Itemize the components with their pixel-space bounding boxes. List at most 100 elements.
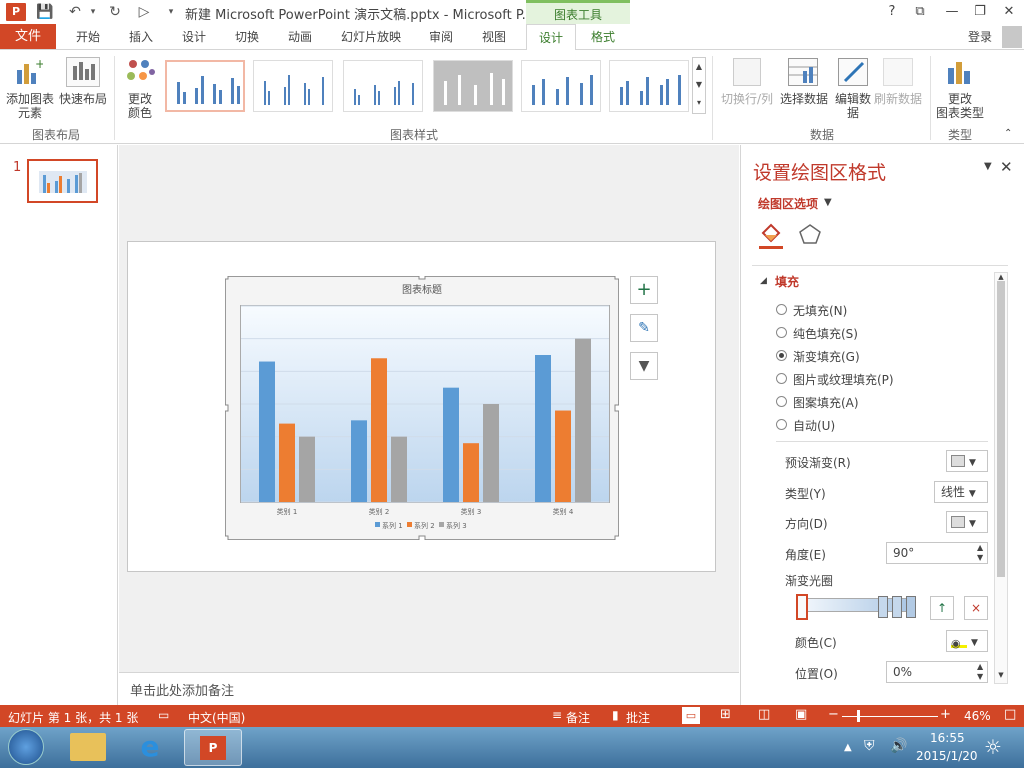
gradient-stop-4[interactable]: [906, 596, 916, 618]
change-colors-icon[interactable]: [125, 58, 155, 86]
clock-date[interactable]: 2015/1/20: [916, 749, 978, 763]
redo-icon[interactable]: ↻: [106, 3, 124, 21]
start-slideshow-icon[interactable]: ▷: [135, 3, 153, 21]
gradient-stop-1-selected[interactable]: [796, 594, 808, 620]
quick-layout-button[interactable]: 快速布局: [58, 90, 108, 107]
gallery-more-icon[interactable]: ▾: [693, 94, 705, 112]
close-button[interactable]: ✕: [995, 2, 1023, 22]
options-chevron-down-icon[interactable]: ▼: [824, 197, 832, 208]
gradient-type-dropdown[interactable]: 线性 ▼: [934, 481, 988, 503]
zoom-level[interactable]: 46%: [964, 709, 991, 723]
style-gallery-scroll[interactable]: ▲ ▼ ▾: [692, 57, 706, 114]
bar-2-2[interactable]: [371, 358, 387, 502]
minimize-button[interactable]: —: [938, 2, 966, 22]
powerpoint-app-icon[interactable]: P: [6, 3, 26, 21]
chart-style-4[interactable]: [433, 60, 513, 112]
taskbar-powerpoint-button[interactable]: P: [184, 729, 242, 766]
legend-entry[interactable]: 系列 1: [382, 521, 403, 530]
slide-count-status[interactable]: 幻灯片 第 1 张，共 1 张: [8, 709, 138, 726]
selection-handle[interactable]: [225, 276, 229, 280]
reading-view-icon[interactable]: ◫: [758, 707, 770, 722]
tab-transitions[interactable]: 切换: [226, 24, 268, 50]
selection-handle[interactable]: [225, 535, 229, 540]
stop-position-spinner[interactable]: 0%: [886, 661, 988, 683]
bar-1-4[interactable]: [535, 355, 551, 502]
tab-insert[interactable]: 插入: [120, 24, 162, 50]
zoom-out-icon[interactable]: −: [828, 707, 839, 722]
tab-view[interactable]: 视图: [472, 24, 516, 50]
refresh-data-button[interactable]: 刷新数据: [872, 90, 924, 107]
pane-scrollbar[interactable]: ▲ ▼: [994, 272, 1008, 684]
bar-3-1[interactable]: [299, 436, 315, 502]
slideshow-view-icon[interactable]: ▣: [795, 707, 807, 722]
zoom-slider-thumb[interactable]: [857, 710, 860, 722]
gradient-stop-3[interactable]: [892, 596, 902, 618]
gallery-up-icon[interactable]: ▲: [693, 58, 705, 76]
pane-options-dropdown-icon[interactable]: ▼: [984, 161, 992, 172]
selection-handle[interactable]: [614, 535, 619, 540]
tab-home[interactable]: 开始: [68, 24, 108, 50]
user-avatar-icon[interactable]: [1002, 26, 1022, 48]
chart-style-2[interactable]: [253, 60, 333, 112]
plot-area-options-dropdown[interactable]: 绘图区选项: [758, 195, 818, 212]
selection-handle[interactable]: [418, 535, 426, 540]
add-chart-element-icon[interactable]: +: [15, 57, 45, 86]
scroll-thumb[interactable]: [997, 281, 1005, 577]
radio-label-picture-fill[interactable]: 图片或纹理填充(P): [793, 371, 894, 388]
add-gradient-stop-icon[interactable]: ↑: [930, 596, 954, 620]
radio-no-fill[interactable]: [776, 304, 787, 315]
radio-pattern-fill[interactable]: [776, 396, 787, 407]
selection-handle[interactable]: [225, 404, 229, 412]
gradient-stop-2[interactable]: [878, 596, 888, 618]
switch-row-column-button[interactable]: 切换行/列: [718, 90, 776, 107]
file-explorer-icon[interactable]: [70, 733, 106, 761]
change-chart-type-button-line2[interactable]: 图表类型: [934, 104, 986, 121]
sign-in-link[interactable]: 登录: [968, 28, 992, 45]
bar-3-4[interactable]: [575, 338, 591, 502]
normal-view-icon[interactable]: ▭: [682, 707, 700, 724]
change-chart-type-icon[interactable]: [946, 58, 974, 86]
fill-and-line-icon[interactable]: [759, 223, 783, 249]
pane-close-icon[interactable]: ✕: [1000, 158, 1013, 176]
select-data-icon[interactable]: [788, 58, 818, 86]
comments-icon[interactable]: ▮: [612, 708, 619, 722]
language-status[interactable]: 中文(中国): [188, 709, 245, 726]
comments-button[interactable]: 批注: [626, 709, 650, 726]
switch-row-column-icon[interactable]: [733, 58, 761, 86]
radio-label-no-fill[interactable]: 无填充(N): [793, 302, 847, 319]
radio-gradient-fill[interactable]: [776, 350, 787, 361]
tab-chart-format[interactable]: 格式: [580, 24, 626, 50]
tab-design[interactable]: 设计: [172, 24, 216, 50]
radio-label-gradient-fill[interactable]: 渐变填充(G): [793, 348, 860, 365]
remove-gradient-stop-icon[interactable]: ×: [964, 596, 988, 620]
scroll-down-icon[interactable]: ▼: [995, 671, 1007, 679]
bar-3-2[interactable]: [391, 436, 407, 502]
gallery-down-icon[interactable]: ▼: [693, 76, 705, 94]
zoom-in-icon[interactable]: +: [940, 707, 951, 722]
radio-automatic[interactable]: [776, 419, 787, 430]
bar-2-1[interactable]: [279, 423, 295, 502]
radio-label-pattern-fill[interactable]: 图案填充(A): [793, 394, 859, 411]
effects-pentagon-icon[interactable]: [798, 223, 822, 249]
radio-picture-fill[interactable]: [776, 373, 787, 384]
security-shield-icon[interactable]: ⛨: [864, 738, 875, 754]
spell-check-icon[interactable]: ▭: [158, 708, 169, 722]
bar-1-3[interactable]: [443, 387, 459, 502]
start-button-icon[interactable]: [8, 729, 44, 765]
chart-styles-brush-icon[interactable]: ✎: [630, 314, 658, 342]
edit-data-button-line2[interactable]: 据: [832, 104, 874, 121]
help-button[interactable]: ?: [878, 2, 906, 22]
preset-gradient-dropdown[interactable]: ▼: [946, 450, 988, 472]
scroll-up-icon[interactable]: ▲: [995, 273, 1007, 281]
undo-dropdown-icon[interactable]: ▾: [84, 3, 102, 21]
chart-style-3[interactable]: [343, 60, 423, 112]
chart-style-5[interactable]: [521, 60, 601, 112]
chart-filters-funnel-icon[interactable]: ▼: [630, 352, 658, 380]
selection-handle[interactable]: [614, 276, 619, 280]
edit-data-icon[interactable]: [838, 58, 868, 86]
refresh-data-icon[interactable]: [883, 58, 913, 86]
quick-layout-icon[interactable]: [66, 57, 100, 87]
radio-label-automatic[interactable]: 自动(U): [793, 417, 835, 434]
undo-icon[interactable]: ↶: [66, 3, 84, 21]
chart-style-6[interactable]: [609, 60, 689, 112]
